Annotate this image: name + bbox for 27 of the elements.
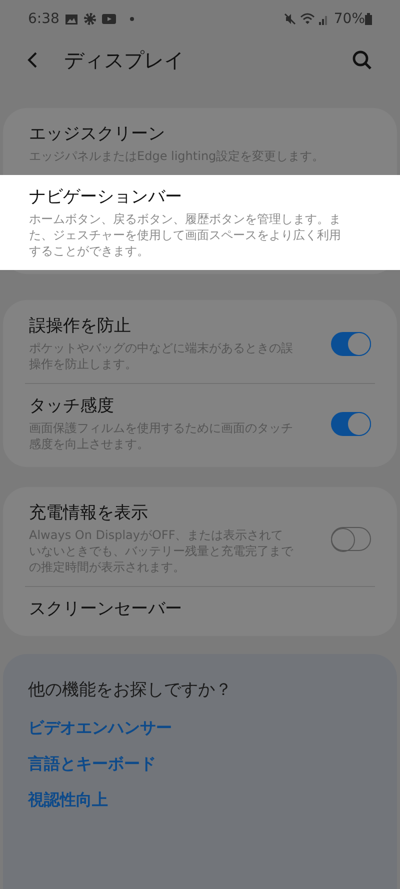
section-heading: 他の機能をお探しですか？: [28, 679, 233, 702]
search-icon: [352, 50, 372, 70]
setting-title: スクリーンセーバー: [29, 598, 183, 621]
battery-icon: [365, 13, 372, 25]
setting-row[interactable]: スクリーンセーバー: [3, 587, 397, 632]
dot-icon: [130, 17, 134, 21]
mute-icon: [284, 13, 296, 25]
setting-title: 誤操作を防止: [29, 315, 132, 338]
battery-percent: 70%: [334, 10, 365, 28]
toggle-switch[interactable]: [331, 526, 371, 550]
setting-title: エッジスクリーン: [29, 123, 166, 146]
setting-title: ナビゲーションバー: [29, 186, 183, 209]
wifi-icon: [300, 13, 315, 25]
back-icon: [26, 51, 38, 69]
setting-title: 充電情報を表示: [29, 502, 149, 525]
page-title: ディスプレイ: [64, 47, 184, 74]
setting-row[interactable]: ナビゲーションバー ホームボタン、戻るボタン、履歴ボタンを管理します。また、ジェスチャーを使用して画面スペースをより広く利用することができます。: [0, 175, 400, 270]
toggle-switch[interactable]: [331, 332, 371, 356]
image-icon: [65, 14, 78, 24]
toggle-switch[interactable]: [331, 412, 371, 436]
gear-icon: [84, 13, 96, 25]
setting-title: タッチ感度: [29, 395, 115, 418]
search-button[interactable]: [350, 48, 374, 72]
signal-icon: [318, 14, 329, 24]
status-time: 6:38: [28, 10, 60, 28]
play-icon: [102, 14, 116, 24]
setting-description: ホームボタン、戻るボタン、履歴ボタンを管理します。また、ジェスチャーを使用して画面スペースをより広く利用することができます。: [29, 211, 342, 259]
